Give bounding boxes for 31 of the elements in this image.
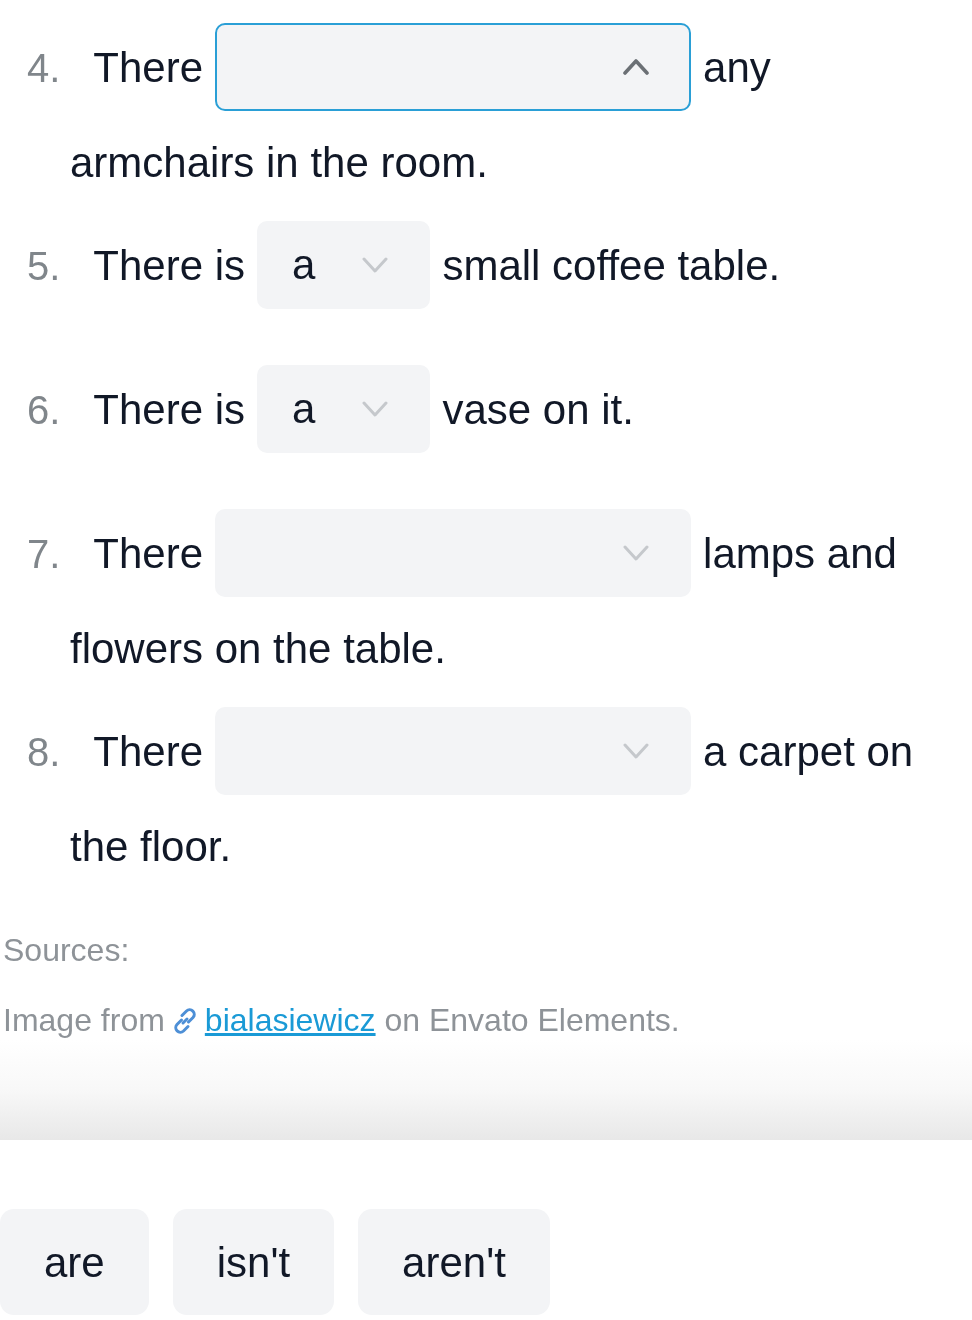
- item-number: 7.: [27, 531, 61, 578]
- sentence-text: armchairs in the room.: [70, 138, 488, 188]
- sentence-text: There is: [93, 241, 246, 291]
- sentence-text: small coffee table.: [442, 241, 781, 291]
- item-number: 4.: [27, 45, 61, 92]
- chevron-down-icon: [362, 257, 389, 273]
- answer-dropdown[interactable]: a: [257, 365, 431, 453]
- answer-dropdown[interactable]: a: [257, 221, 431, 309]
- sentence-text: There: [93, 43, 204, 93]
- chevron-down-icon: [623, 545, 650, 561]
- chevron-down-icon: [362, 401, 389, 417]
- sources-heading: Sources:: [3, 931, 131, 970]
- image-credit: Image from bialasiewicz on Envato Elements.: [3, 1001, 681, 1040]
- chevron-up-icon: [623, 59, 650, 75]
- chevron-down-icon: [623, 743, 650, 759]
- item-number: 6.: [27, 387, 61, 434]
- sentence-text: any: [703, 43, 771, 93]
- item-number: 5.: [27, 243, 61, 290]
- word-option-button[interactable]: are: [0, 1209, 149, 1315]
- sentence-text: a carpet on: [703, 727, 914, 777]
- sentence-text: vase on it.: [442, 385, 634, 435]
- sentence-text: There: [93, 727, 204, 777]
- sentence-text: There: [93, 529, 204, 579]
- sentence-text: There is: [93, 385, 246, 435]
- sentence-text: flowers on the table.: [70, 624, 446, 674]
- item-number: 8.: [27, 729, 61, 776]
- sentence-text: lamps and: [703, 529, 897, 579]
- word-option-button[interactable]: isn't: [172, 1209, 335, 1315]
- answer-dropdown[interactable]: [215, 23, 692, 111]
- sentence-text: the floor.: [70, 822, 232, 872]
- word-option-button[interactable]: aren't: [358, 1209, 550, 1315]
